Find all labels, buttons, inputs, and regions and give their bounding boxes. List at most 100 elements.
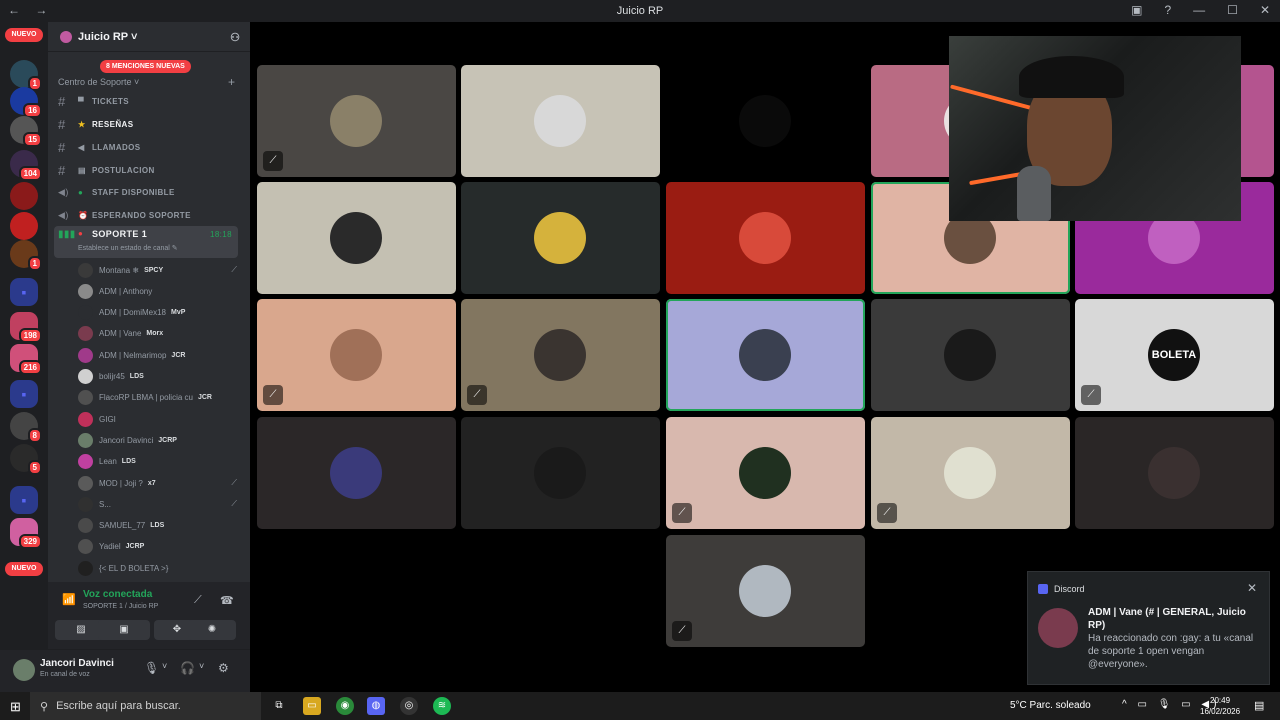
voice-member[interactable]: ADM | Anthony: [78, 281, 243, 301]
voice-member[interactable]: MOD | Joji ? x7 ⟋: [78, 473, 243, 493]
server-icon[interactable]: 15: [10, 116, 42, 147]
participant-tile[interactable]: [666, 182, 865, 294]
participant-tile[interactable]: [666, 65, 865, 177]
server-icon-juicio[interactable]: [10, 182, 38, 210]
notification-center-icon[interactable]: ▤: [1254, 699, 1264, 712]
voice-member[interactable]: FlacoRP LBMA | policia cu JCR: [78, 388, 243, 408]
channel-resenas[interactable]: # ★ RESEÑAS: [58, 114, 242, 134]
spotify-icon[interactable]: ≋: [433, 697, 451, 715]
windows-start-icon[interactable]: ⊞: [10, 699, 21, 715]
chrome-icon[interactable]: ◉: [336, 697, 354, 715]
muted-icon: ⟋: [672, 621, 692, 641]
server-folder[interactable]: ▪: [10, 380, 38, 408]
weather-widget[interactable]: 5°C Parc. soleado: [1010, 700, 1091, 711]
voice-member[interactable]: ADM | DomiMex18 MvP: [78, 303, 243, 323]
voice-member[interactable]: Jancori Davinci JCRP: [78, 430, 243, 450]
voice-channel-icon: ◀): [58, 186, 69, 197]
voice-member[interactable]: Lean LDS: [78, 452, 243, 472]
mentions-pill[interactable]: 8 MENCIONES NUEVAS: [100, 60, 191, 73]
help-icon[interactable]: ?: [1164, 3, 1171, 17]
task-view-icon[interactable]: ⧉: [270, 697, 288, 715]
server-icon[interactable]: 104: [10, 150, 42, 181]
headphones-icon[interactable]: 🎧: [180, 661, 195, 675]
avatar[interactable]: [13, 659, 35, 681]
voice-member[interactable]: ADM | Nelmarimop JCR: [78, 345, 243, 365]
voice-member[interactable]: bolijr45 LDS: [78, 367, 243, 387]
server-icon[interactable]: 198: [10, 312, 42, 343]
maximize-button[interactable]: ☐: [1227, 3, 1238, 17]
voice-member[interactable]: Montana ❄ SPCY ⟋: [78, 260, 243, 280]
gear-icon[interactable]: ⚙: [218, 661, 229, 675]
add-channel-icon[interactable]: +: [228, 75, 235, 89]
signal-icon[interactable]: 📶: [62, 593, 76, 606]
voice-channel-link[interactable]: SOPORTE 1 / Juicio RP: [83, 603, 158, 610]
microphone-icon[interactable]: 🎙: [144, 661, 159, 675]
participant-tile[interactable]: [257, 182, 456, 294]
category-header[interactable]: Centro de Soporte ˅ +: [58, 75, 235, 89]
participant-tile[interactable]: ⟋: [461, 299, 660, 411]
soundboard-button[interactable]: ✺: [188, 620, 236, 640]
close-icon[interactable]: ✕: [1247, 581, 1257, 595]
disconnect-icon[interactable]: ☎: [220, 594, 234, 607]
channel-tickets[interactable]: # ▀ TICKETS: [58, 91, 242, 111]
server-icon[interactable]: 329: [10, 518, 42, 549]
participant-tile[interactable]: ⟋: [257, 65, 456, 177]
screenshare-button[interactable]: ▣: [98, 620, 150, 640]
discord-taskbar-icon[interactable]: ◍: [367, 697, 385, 715]
voice-member[interactable]: Yadiel JCRP: [78, 537, 243, 557]
channel-soporte-1[interactable]: ▮▮▮ ● SOPORTE 1 18:18 Establece un estad…: [54, 226, 238, 258]
avatar: [78, 496, 93, 512]
notification-toast[interactable]: Discord ✕ ADM | Vane (# | GENERAL, Juici…: [1027, 571, 1270, 685]
server-icon[interactable]: 1: [10, 60, 42, 91]
minimize-button[interactable]: —: [1193, 3, 1205, 17]
participant-tile[interactable]: [257, 417, 456, 529]
guild-header[interactable]: Juicio RP ˅ ⚇: [48, 22, 250, 52]
server-icon[interactable]: 5: [10, 444, 42, 475]
voice-member[interactable]: S... ⟋: [78, 494, 243, 514]
file-explorer-icon[interactable]: ▭: [303, 697, 321, 715]
voice-member[interactable]: SAMUEL_77 LDS: [78, 516, 243, 536]
participant-tile[interactable]: [461, 65, 660, 177]
voice-connection-panel: 📶 Voz conectada SOPORTE 1 / Juicio RP ⟋ …: [48, 582, 250, 650]
chevron-down-icon[interactable]: ˅: [199, 661, 204, 671]
participant-tile[interactable]: [461, 417, 660, 529]
participant-tile[interactable]: [461, 182, 660, 294]
channel-postulacion[interactable]: # ▤ POSTULACION: [58, 160, 242, 180]
mention-badge: 216: [18, 360, 42, 375]
inbox-icon[interactable]: ▣: [1131, 3, 1142, 17]
username[interactable]: Jancori Davinci: [40, 658, 114, 669]
close-button[interactable]: ✕: [1260, 3, 1270, 17]
server-folder[interactable]: ▪: [10, 278, 38, 306]
new-badge-bottom[interactable]: NUEVO: [5, 562, 43, 576]
noise-suppression-icon[interactable]: ⟋: [194, 594, 202, 607]
new-badge-top[interactable]: NUEVO: [5, 28, 43, 42]
voice-member[interactable]: ADM | Vane Morx: [78, 324, 243, 344]
server-folder[interactable]: ▪: [10, 486, 38, 514]
participant-tile[interactable]: ⟋: [257, 299, 456, 411]
participant-tile[interactable]: [1075, 417, 1274, 529]
server-icon[interactable]: 1: [10, 240, 42, 271]
avatar: [330, 95, 382, 147]
channel-staff-disponible[interactable]: ◀) ● STAFF DISPONIBLE: [58, 182, 242, 202]
server-icon[interactable]: [10, 212, 38, 240]
invite-icon[interactable]: ⚇: [230, 31, 240, 44]
windows-taskbar: ⊞ ⚲ Escribe aquí para buscar. ⧉ ▭ ◉ ◍ ◎ …: [0, 692, 1280, 720]
voice-member[interactable]: GIGI: [78, 409, 243, 429]
participant-tile[interactable]: ⟋: [871, 417, 1070, 529]
chevron-down-icon[interactable]: ˅: [162, 661, 167, 671]
server-icon[interactable]: 8: [10, 412, 42, 443]
taskbar-search[interactable]: ⚲ Escribe aquí para buscar.: [30, 692, 261, 720]
channel-esperando-soporte[interactable]: ◀) ⏰ ESPERANDO SOPORTE: [58, 205, 242, 225]
participant-tile[interactable]: BOLETA ⟋: [1075, 299, 1274, 411]
channel-llamados[interactable]: # ◀ LLAMADOS: [58, 137, 242, 157]
participant-tile[interactable]: [666, 299, 865, 411]
participant-tile[interactable]: ⟋: [666, 417, 865, 529]
set-status-hint[interactable]: Establece un estado de canal ✎: [78, 244, 178, 252]
obs-icon[interactable]: ◎: [400, 697, 418, 715]
participant-tile[interactable]: [871, 299, 1070, 411]
taskbar-clock[interactable]: 20:49 16/02/2026: [1200, 695, 1240, 717]
server-icon[interactable]: 216: [10, 344, 42, 375]
server-icon[interactable]: 16: [10, 87, 42, 118]
voice-member[interactable]: {< EL D BOLETA >}: [78, 558, 243, 578]
participant-tile[interactable]: ⟋: [666, 535, 865, 647]
